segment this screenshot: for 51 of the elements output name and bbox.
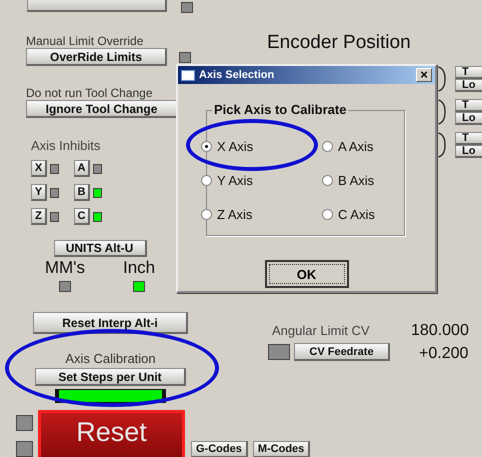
tab[interactable]: M-Codes [252, 441, 310, 457]
axis-inhibits-label: Axis Inhibits [31, 139, 102, 153]
radio-button[interactable] [322, 209, 333, 220]
encoder-button[interactable]: T [455, 132, 482, 145]
encoder-button[interactable]: Lo [455, 112, 482, 125]
radio-button[interactable] [201, 141, 212, 152]
encoder-button[interactable]: T [455, 66, 482, 79]
axis-inhibit-button[interactable]: X [31, 160, 47, 177]
radio-button[interactable] [201, 209, 212, 220]
reset-button[interactable]: Reset [38, 410, 185, 457]
set-steps-button[interactable]: Set Steps per Unit [35, 368, 186, 386]
radio-button[interactable] [201, 175, 212, 186]
group-title: Pick Axis to Calibrate [212, 102, 348, 117]
encoder-button[interactable]: Lo [455, 79, 482, 92]
axis-inhibit-button[interactable]: Z [31, 208, 47, 225]
ignore-tool-change-button[interactable]: Ignore Tool Change [26, 100, 178, 118]
bracket-icon [438, 99, 446, 125]
radio-button[interactable] [322, 175, 333, 186]
cv-feedrate-button[interactable]: CV Feedrate [294, 343, 390, 361]
units-button[interactable]: UNITS Alt-U [54, 240, 146, 257]
angular-limit-value: 180.000 [411, 322, 469, 340]
reset-interp-button[interactable]: Reset Interp Alt-i [33, 312, 188, 334]
limit-override-label: Manual Limit Override [26, 34, 144, 48]
radio-button[interactable] [322, 141, 333, 152]
axis-inhibit-button[interactable]: A [74, 160, 90, 177]
window-icon [181, 70, 195, 80]
axis-inhibit-button[interactable]: Y [31, 184, 47, 201]
axis-radio-option[interactable]: A Axis [322, 139, 374, 154]
axis-inhibit-button[interactable]: B [74, 184, 90, 201]
ok-button[interactable]: OK [264, 260, 348, 288]
tab[interactable]: G-Codes [191, 441, 248, 457]
encoder-button[interactable]: Lo [455, 145, 482, 158]
tool-change-label: Do not run Tool Change [26, 86, 154, 100]
unit-label: MM's [44, 258, 85, 278]
encoder-button[interactable]: T [455, 99, 482, 112]
axis-inhibit-button[interactable]: C [74, 208, 90, 225]
encoder-position-title: Encoder Position [267, 32, 411, 54]
close-button[interactable]: × [416, 68, 432, 82]
unit-label: Inch [122, 258, 156, 278]
bracket-icon [438, 66, 446, 92]
feedrate-readout: +0.200 [419, 345, 468, 363]
axis-radio-option[interactable]: C Axis [322, 207, 375, 222]
axis-calibration-label: Axis Calibration [65, 352, 156, 366]
dialog-title: Axis Selection [199, 69, 276, 81]
angular-limit-label: Angular Limit CV [272, 324, 371, 338]
axis-radio-option[interactable]: X Axis [201, 139, 254, 154]
bracket-icon [438, 132, 446, 158]
axis-radio-option[interactable]: B Axis [322, 173, 374, 188]
override-limits-button[interactable]: OverRide Limits [26, 48, 167, 66]
axis-radio-option[interactable]: Z Axis [201, 207, 252, 222]
axis-radio-option[interactable]: Y Axis [201, 173, 253, 188]
